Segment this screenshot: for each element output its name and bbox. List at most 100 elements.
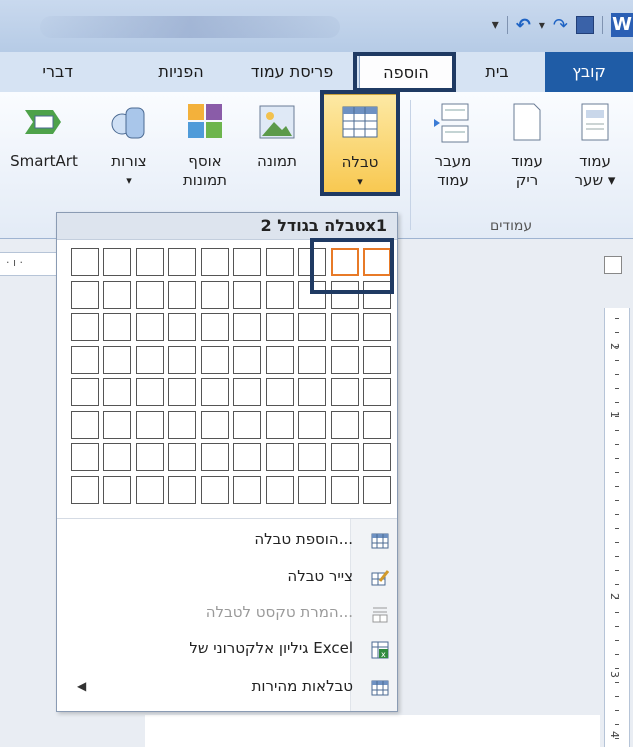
table-grid-cell[interactable] bbox=[233, 475, 261, 504]
table-grid-cell[interactable] bbox=[135, 410, 164, 439]
table-grid-cell[interactable] bbox=[265, 378, 294, 406]
table-grid-cell[interactable] bbox=[70, 443, 99, 471]
table-grid-cell[interactable] bbox=[200, 378, 229, 406]
table-grid-cell[interactable] bbox=[265, 345, 294, 374]
table-grid-cell[interactable] bbox=[330, 475, 359, 504]
table-grid-cell[interactable] bbox=[103, 345, 131, 374]
table-grid-cell[interactable] bbox=[135, 280, 164, 309]
table-grid-cell[interactable] bbox=[135, 475, 164, 504]
table-grid-cell[interactable] bbox=[135, 345, 164, 374]
ruler-tick bbox=[615, 682, 619, 683]
save-icon[interactable] bbox=[576, 16, 594, 34]
table-grid-cell[interactable] bbox=[168, 248, 196, 276]
table-grid-cell[interactable] bbox=[135, 248, 164, 276]
menu-insert-table[interactable]: הוספת טבלה... bbox=[63, 524, 389, 554]
table-grid-cell[interactable] bbox=[168, 280, 196, 309]
table-grid-cell[interactable] bbox=[200, 313, 229, 341]
menu-draw-table[interactable]: צייר טבלה bbox=[63, 561, 390, 591]
table-grid-cell[interactable] bbox=[103, 313, 131, 341]
table-grid-cell[interactable] bbox=[330, 345, 359, 374]
tab-mailings[interactable]: דברי bbox=[3, 52, 73, 92]
table-grid-cell[interactable] bbox=[363, 345, 391, 374]
table-grid-cell[interactable] bbox=[168, 378, 196, 406]
table-grid-cell[interactable] bbox=[265, 280, 294, 309]
table-grid-cell[interactable] bbox=[200, 248, 229, 276]
cover-page-button[interactable]: עמוד שער ▾ bbox=[562, 98, 628, 210]
qat-dropdown-icon[interactable]: ▾ bbox=[492, 17, 499, 33]
smartart-button[interactable]: SmartArt bbox=[4, 98, 84, 210]
table-grid-cell[interactable] bbox=[265, 313, 294, 341]
tab-stop-selector-icon[interactable] bbox=[604, 256, 622, 274]
table-grid-cell[interactable] bbox=[70, 378, 99, 406]
table-grid-cell[interactable] bbox=[265, 410, 294, 439]
tab-file[interactable]: קובץ bbox=[545, 52, 633, 92]
table-grid-cell[interactable] bbox=[233, 410, 261, 439]
table-grid-cell[interactable] bbox=[298, 378, 326, 406]
table-grid-cell[interactable] bbox=[233, 443, 261, 471]
table-grid-cell[interactable] bbox=[233, 313, 261, 341]
table-grid-cell[interactable] bbox=[135, 443, 164, 471]
table-grid-cell[interactable] bbox=[70, 280, 99, 309]
table-grid-cell[interactable] bbox=[298, 345, 326, 374]
table-grid-cell[interactable] bbox=[70, 345, 99, 374]
table-grid-cell[interactable] bbox=[70, 410, 99, 439]
table-grid-cell[interactable] bbox=[200, 410, 229, 439]
menu-excel-spreadsheet[interactable]: x גיליון אלקטרוני של Excel bbox=[63, 633, 389, 663]
table-grid-cell[interactable] bbox=[168, 443, 196, 471]
blank-page-button[interactable]: עמוד ריק bbox=[494, 98, 560, 210]
table-grid-cell[interactable] bbox=[363, 475, 391, 504]
table-grid-cell[interactable] bbox=[330, 313, 359, 341]
table-grid-cell[interactable] bbox=[233, 280, 261, 309]
table-grid-cell[interactable] bbox=[103, 475, 131, 504]
table-grid-cell[interactable] bbox=[103, 410, 131, 439]
table-grid-cell[interactable] bbox=[103, 443, 131, 471]
table-grid-cell[interactable] bbox=[298, 313, 326, 341]
table-grid-cell[interactable] bbox=[330, 443, 359, 471]
page-break-button[interactable]: מעבר עמוד bbox=[420, 98, 486, 210]
undo-dropdown-icon[interactable]: ▾ bbox=[539, 18, 545, 32]
table-grid-cell[interactable] bbox=[200, 345, 229, 374]
table-grid-cell[interactable] bbox=[298, 475, 326, 504]
table-grid-cell[interactable] bbox=[298, 443, 326, 471]
table-grid-cell[interactable] bbox=[200, 443, 229, 471]
table-grid-cell[interactable] bbox=[103, 248, 131, 276]
tab-references[interactable]: הפניות bbox=[141, 52, 221, 92]
table-grid-cell[interactable] bbox=[70, 248, 99, 276]
tab-home[interactable]: בית bbox=[457, 52, 537, 92]
table-grid-cell[interactable] bbox=[103, 378, 131, 406]
horizontal-ruler[interactable]: · ı · bbox=[0, 252, 56, 276]
shapes-button[interactable]: צורות ▾ bbox=[96, 98, 162, 210]
table-grid-cell[interactable] bbox=[265, 475, 294, 504]
table-grid-cell[interactable] bbox=[168, 313, 196, 341]
table-grid-cell[interactable] bbox=[135, 378, 164, 406]
table-grid-cell[interactable] bbox=[363, 378, 391, 406]
table-grid-cell[interactable] bbox=[200, 280, 229, 309]
document-page[interactable] bbox=[145, 715, 600, 747]
vertical-ruler[interactable]: 2 1 2 3 4 bbox=[604, 308, 630, 747]
table-grid-cell[interactable] bbox=[103, 280, 131, 309]
table-grid-cell[interactable] bbox=[135, 313, 164, 341]
table-grid-cell[interactable] bbox=[233, 378, 261, 406]
table-grid-cell[interactable] bbox=[168, 345, 196, 374]
table-grid-cell[interactable] bbox=[200, 475, 229, 504]
table-grid-cell[interactable] bbox=[363, 313, 391, 341]
table-grid-cell[interactable] bbox=[363, 443, 391, 471]
table-grid-cell[interactable] bbox=[70, 475, 99, 504]
table-grid-cell[interactable] bbox=[330, 378, 359, 406]
redo-icon[interactable]: ↷ bbox=[553, 15, 568, 36]
table-grid-cell[interactable] bbox=[233, 345, 261, 374]
table-grid-cell[interactable] bbox=[168, 410, 196, 439]
table-grid-cell[interactable] bbox=[233, 248, 261, 276]
table-grid-cell[interactable] bbox=[330, 410, 359, 439]
table-grid-cell[interactable] bbox=[70, 313, 99, 341]
table-grid-cell[interactable] bbox=[298, 410, 326, 439]
table-grid-cell[interactable] bbox=[265, 443, 294, 471]
tab-page-layout[interactable]: פריסת עמוד bbox=[237, 52, 347, 92]
undo-icon[interactable]: ↶ bbox=[516, 15, 531, 36]
clip-art-button[interactable]: אוסף תמונות bbox=[172, 98, 238, 210]
table-grid-cell[interactable] bbox=[168, 475, 196, 504]
menu-quick-tables[interactable]: טבלאות מהירות ◀ bbox=[63, 671, 389, 701]
table-grid-cell[interactable] bbox=[265, 248, 294, 276]
table-grid-cell[interactable] bbox=[363, 410, 391, 439]
picture-button[interactable]: תמונה bbox=[244, 98, 310, 210]
